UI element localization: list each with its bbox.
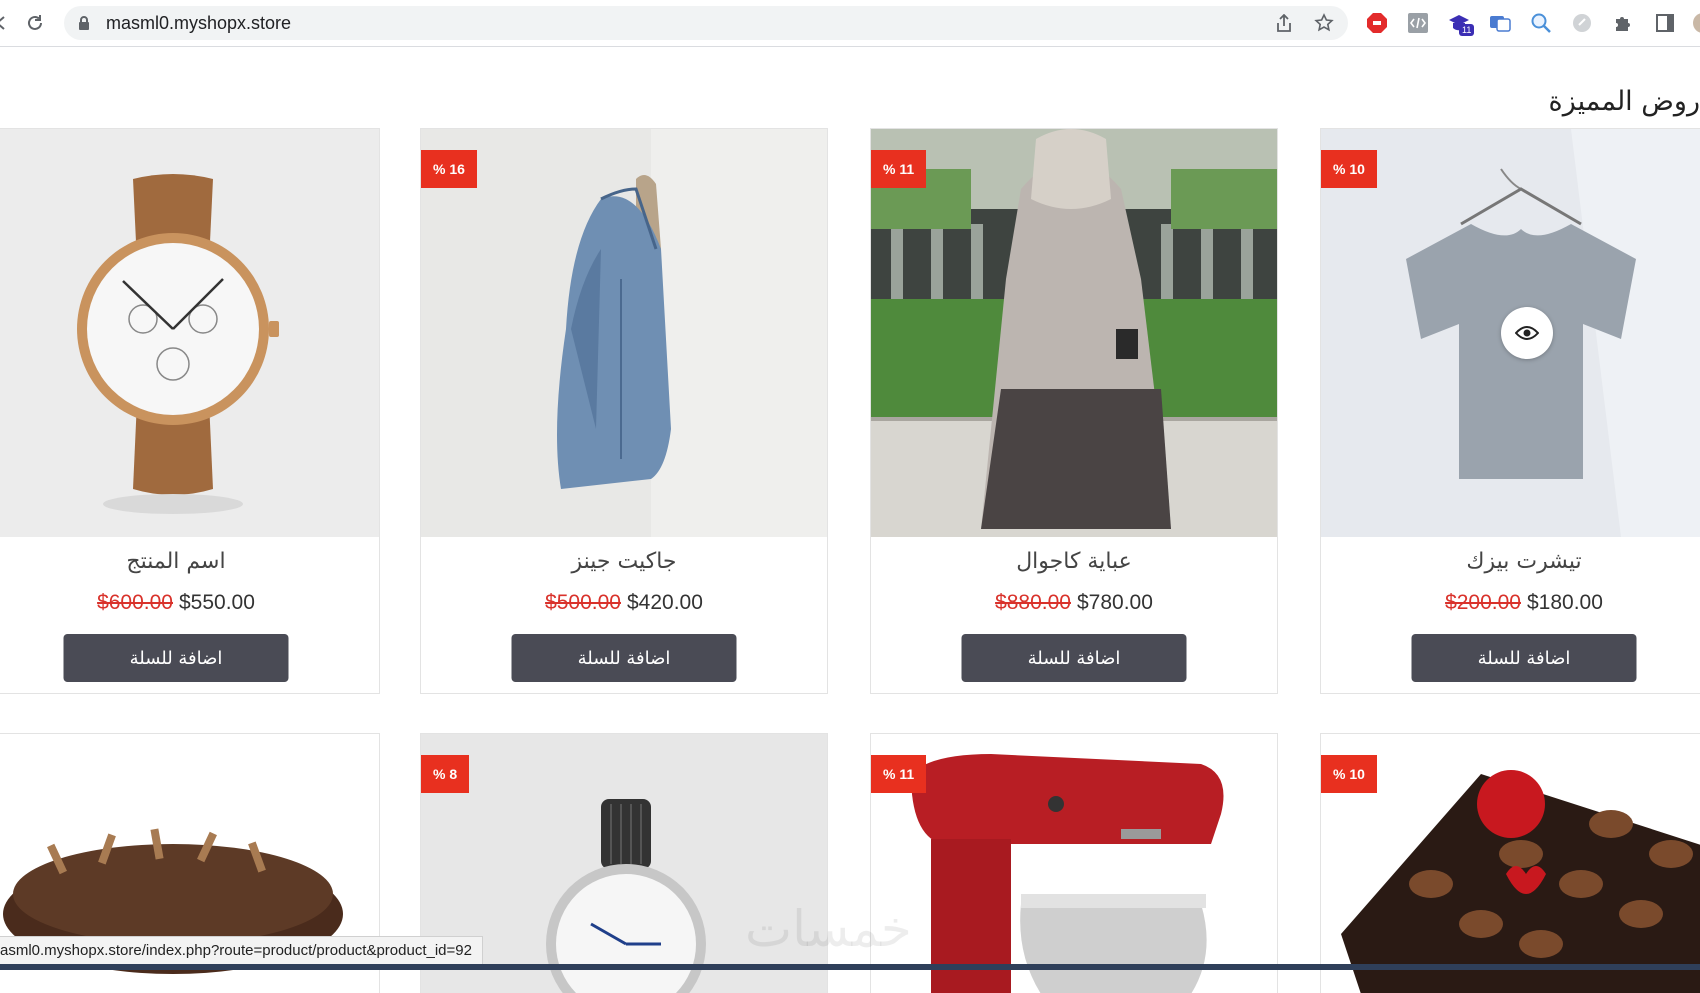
product-prices: $500.00 $420.00: [421, 591, 827, 615]
product-card-tshirt[interactable]: % 10 تيشرت بيزك $200.00 $180.00 اضافة للس…: [1320, 128, 1700, 694]
lock-icon: [78, 15, 90, 35]
product-name[interactable]: عباية كاجوال: [871, 549, 1277, 574]
profile-avatar-icon[interactable]: [1692, 12, 1700, 34]
product-prices: $600.00 $550.00: [0, 591, 379, 615]
translate-extension-icon[interactable]: [1489, 12, 1511, 34]
share-icon[interactable]: [1274, 13, 1294, 33]
quick-view-eye-icon[interactable]: [1501, 307, 1553, 359]
product-image[interactable]: [871, 734, 1277, 993]
discount-badge: % 11: [871, 755, 927, 793]
discount-badge: % 11: [871, 150, 927, 188]
old-price: $880.00: [995, 591, 1071, 614]
product-name[interactable]: اسم المنتج: [0, 549, 379, 574]
discount-badge: % 16: [421, 150, 477, 188]
product-image[interactable]: [1321, 734, 1700, 993]
product-prices: $200.00 $180.00: [1321, 591, 1700, 615]
graduation-extension-icon[interactable]: 11: [1448, 12, 1475, 36]
puzzle-icon[interactable]: [1612, 12, 1634, 34]
section-title: روض المميزة: [1548, 86, 1700, 117]
zoom-extension-icon[interactable]: [1530, 12, 1552, 34]
product-prices: $880.00 $780.00: [871, 591, 1277, 615]
extension-badge: 11: [1459, 24, 1475, 36]
product-image[interactable]: [421, 129, 827, 537]
product-image[interactable]: [0, 129, 379, 537]
current-price: $420.00: [627, 591, 703, 614]
back-icon[interactable]: [0, 10, 14, 36]
discount-badge: % 10: [1321, 755, 1377, 793]
old-price: $600.00: [97, 591, 173, 614]
discount-badge: % 8: [421, 755, 470, 793]
add-to-cart-button[interactable]: اضافة للسلة: [63, 634, 289, 682]
watermark-logo: خمسات: [745, 900, 912, 958]
reload-icon[interactable]: [22, 10, 48, 36]
url-text[interactable]: masml0.myshopx.store: [106, 13, 291, 34]
add-to-cart-button[interactable]: اضافة للسلة: [1411, 634, 1637, 682]
old-price: $200.00: [1445, 591, 1521, 614]
discount-badge: % 10: [1321, 150, 1377, 188]
link-status-bar: asml0.myshopx.store/index.php?route=prod…: [0, 936, 483, 966]
code-extension-icon[interactable]: [1407, 12, 1429, 34]
current-price: $550.00: [179, 591, 255, 614]
add-to-cart-button[interactable]: اضافة للسلة: [511, 634, 737, 682]
star-icon[interactable]: [1314, 13, 1334, 33]
product-card-jeans-jacket[interactable]: % 16 جاكيت جينز $500.00 $420.00 اضافة للس…: [420, 128, 828, 694]
address-bar[interactable]: masml0.myshopx.store: [64, 6, 1348, 40]
link-extension-icon[interactable]: [1571, 12, 1593, 34]
browser-toolbar: masml0.myshopx.store 11: [0, 0, 1700, 47]
product-card-watch[interactable]: % اسم المنتج $600.00$550.00 اضافة للسلة: [0, 128, 380, 694]
current-price: $180.00: [1527, 591, 1603, 614]
product-card-mixer[interactable]: % 11: [870, 733, 1278, 993]
current-price: $780.00: [1077, 591, 1153, 614]
product-image[interactable]: [871, 129, 1277, 537]
adblock-extension-icon[interactable]: [1366, 12, 1388, 34]
product-card-chocolates[interactable]: % 10: [1320, 733, 1700, 993]
taskbar-strip: [0, 964, 1700, 970]
product-name[interactable]: جاكيت جينز: [421, 549, 827, 574]
product-name[interactable]: تيشرت بيزك: [1321, 549, 1700, 574]
old-price: $500.00: [545, 591, 621, 614]
product-card-abaya[interactable]: % 11 عباية كاجوال $880.00 $780.00 اضافة ل…: [870, 128, 1278, 694]
sidebar-icon[interactable]: [1654, 12, 1676, 34]
add-to-cart-button[interactable]: اضافة للسلة: [961, 634, 1187, 682]
